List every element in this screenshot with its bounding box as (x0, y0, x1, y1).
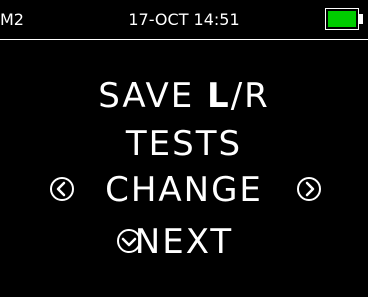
ear-left-label: L (207, 76, 231, 116)
status-divider (0, 39, 368, 40)
tests-label: TESTS (125, 124, 243, 164)
chevron-left-icon[interactable] (49, 176, 75, 202)
save-label: SAVE (98, 76, 208, 116)
battery-fill (328, 11, 356, 27)
battery-icon (325, 8, 365, 32)
datetime: 17-OCT 14:51 (128, 10, 240, 29)
battery-tip (359, 14, 363, 24)
status-bar: M2 17-OCT 14:51 (0, 0, 368, 40)
save-lr-line[interactable]: SAVE L/R (0, 76, 368, 116)
battery-body (325, 8, 359, 30)
next-label: NEXT (134, 222, 234, 262)
chevron-right-icon[interactable] (296, 176, 322, 202)
ear-right-label: /R (230, 76, 270, 116)
chevron-down-icon[interactable] (116, 228, 142, 254)
